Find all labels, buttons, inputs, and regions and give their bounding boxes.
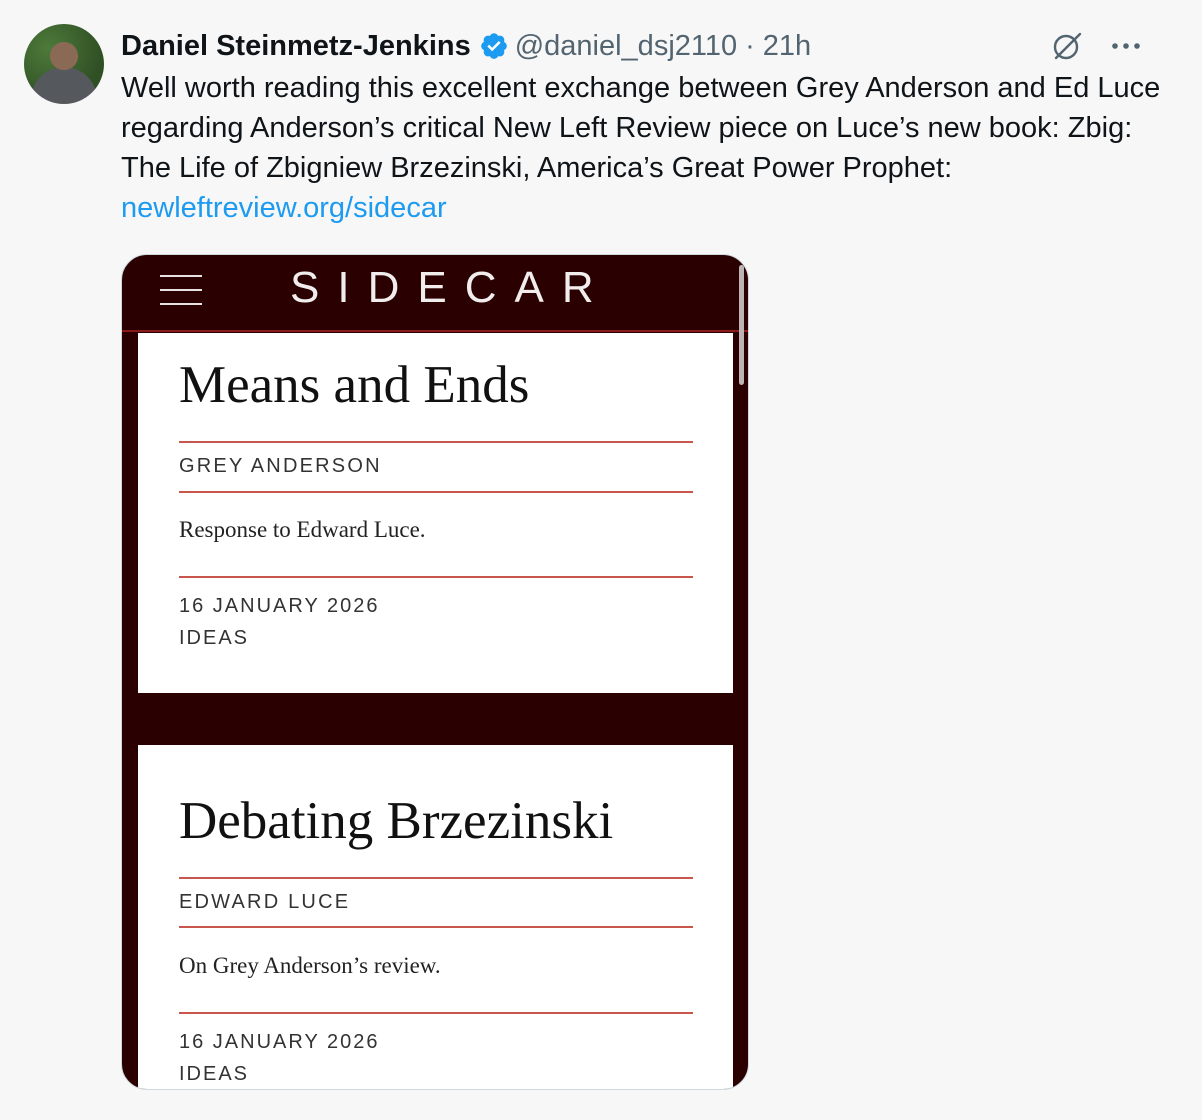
- tweet-text: Well worth reading this excellent exchan…: [121, 72, 1161, 184]
- divider: [179, 1012, 693, 1014]
- article-card: Means and Ends GREY ANDERSON Response to…: [138, 333, 733, 693]
- divider: [179, 877, 693, 879]
- article-author: GREY ANDERSON: [179, 455, 382, 477]
- article-section: IDEAS: [179, 627, 250, 649]
- scrollbar: [739, 265, 744, 385]
- tweet-timestamp[interactable]: 21h: [763, 30, 811, 63]
- sidecar-title: SIDECAR: [290, 263, 612, 312]
- tweet-header: Daniel Steinmetz-Jenkins @daniel_dsj2110…: [121, 26, 1172, 66]
- header-actions: [1050, 26, 1142, 66]
- article-section: IDEAS: [179, 1063, 250, 1085]
- article-date: 16 JANUARY 2026: [179, 1031, 380, 1053]
- divider: [179, 576, 693, 578]
- article-author: EDWARD LUCE: [179, 891, 351, 913]
- tweet-media-image[interactable]: SIDECAR Means and Ends GREY ANDERSON Res…: [121, 254, 749, 1090]
- article-card: Debating Brzezinski EDWARD LUCE On Grey …: [138, 745, 733, 1089]
- divider: [179, 491, 693, 493]
- verified-badge-icon[interactable]: [479, 31, 509, 61]
- author-avatar[interactable]: [24, 24, 104, 104]
- sidecar-header: SIDECAR: [122, 255, 748, 332]
- tweet-body: Well worth reading this excellent exchan…: [121, 68, 1171, 228]
- divider: [179, 926, 693, 928]
- hamburger-menu-icon: [160, 275, 202, 309]
- author-name[interactable]: Daniel Steinmetz-Jenkins: [121, 30, 471, 63]
- author-handle[interactable]: @daniel_dsj2110: [515, 30, 737, 63]
- article-title: Debating Brzezinski: [179, 792, 614, 850]
- grok-icon[interactable]: [1050, 29, 1084, 63]
- divider: [179, 441, 693, 443]
- more-icon[interactable]: [1110, 41, 1142, 51]
- article-title: Means and Ends: [179, 356, 530, 414]
- separator-dot: ·: [745, 29, 755, 62]
- article-date: 16 JANUARY 2026: [179, 595, 380, 617]
- article-summary: On Grey Anderson’s review.: [179, 953, 441, 978]
- tweet-link[interactable]: newleftreview.org/sidecar: [121, 188, 1171, 228]
- article-summary: Response to Edward Luce.: [179, 517, 426, 542]
